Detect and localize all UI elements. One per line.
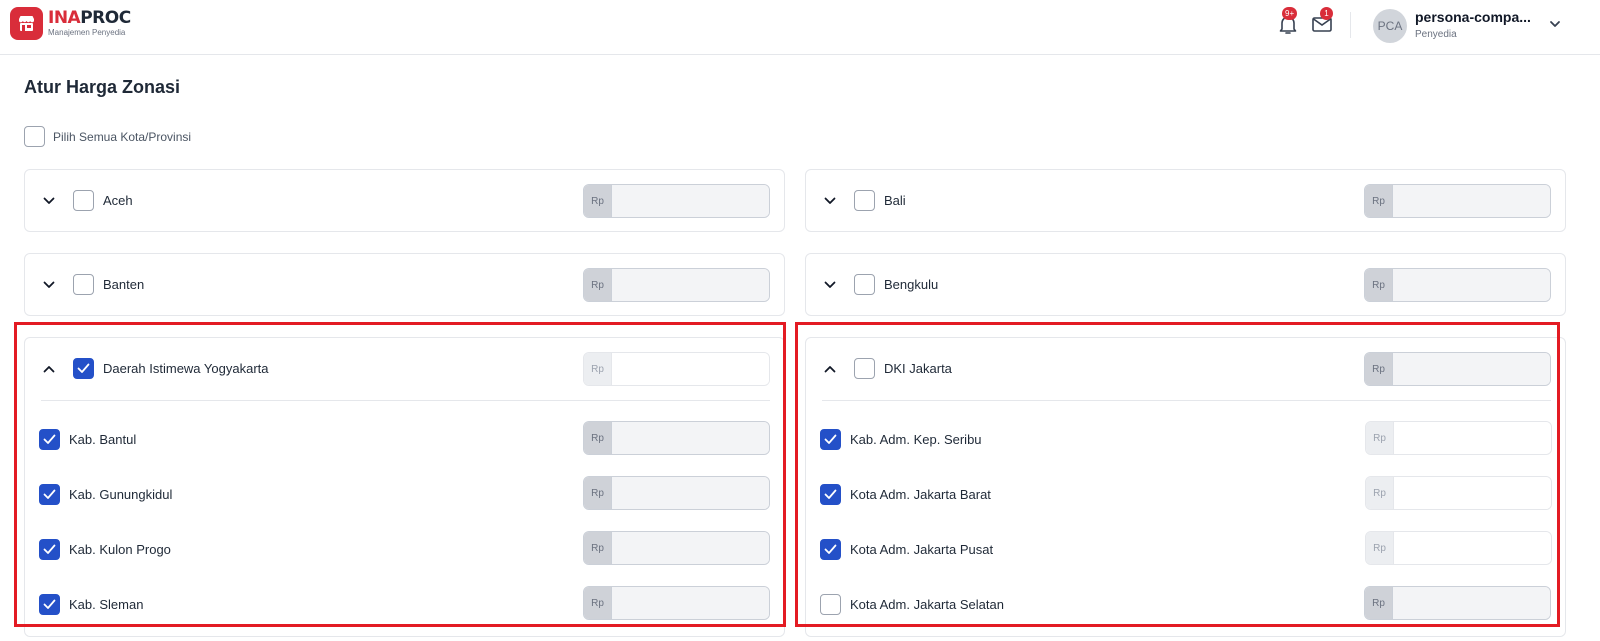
price-input-aceh[interactable]: Rp xyxy=(583,184,770,218)
price-input-banten[interactable]: Rp xyxy=(583,268,770,302)
price-input-bengkulu[interactable]: Rp xyxy=(1364,268,1551,302)
chevron-down-icon[interactable] xyxy=(822,193,838,209)
user-menu-chevron-down-icon[interactable] xyxy=(1548,17,1562,36)
province-checkbox-bengkulu[interactable] xyxy=(854,274,875,295)
logo-title: INAPROC xyxy=(48,8,131,28)
currency-prefix: Rp xyxy=(1365,185,1393,217)
province-card-bengkulu: Bengkulu Rp xyxy=(805,253,1566,316)
highlight-box-diy xyxy=(14,322,786,627)
currency-prefix: Rp xyxy=(584,269,612,301)
select-all-checkbox[interactable] xyxy=(24,126,45,147)
select-all-checkbox-row[interactable]: Pilih Semua Kota/Provinsi xyxy=(24,126,191,147)
province-card-aceh: Aceh Rp xyxy=(24,169,785,232)
notification-bell-button[interactable]: 9+ xyxy=(1276,7,1300,36)
chevron-down-icon[interactable] xyxy=(822,277,838,293)
chevron-down-icon[interactable] xyxy=(41,277,57,293)
province-card-banten: Banten Rp xyxy=(24,253,785,316)
notification-count-badge: 9+ xyxy=(1282,7,1298,20)
inaproc-logo[interactable]: INAPROC Manajemen Penyedia xyxy=(10,7,131,40)
province-checkbox-bali[interactable] xyxy=(854,190,875,211)
store-icon xyxy=(10,7,43,40)
province-label-banten: Banten xyxy=(103,277,145,292)
top-header: INAPROC Manajemen Penyedia 9+ 1 PCA pers… xyxy=(0,0,1600,55)
user-name[interactable]: persona-compa... xyxy=(1415,9,1531,25)
highlight-box-dki xyxy=(795,322,1560,627)
page-title: Atur Harga Zonasi xyxy=(24,77,181,97)
province-label-aceh: Aceh xyxy=(103,193,133,208)
province-label-bengkulu: Bengkulu xyxy=(884,277,939,292)
user-role: Penyedia xyxy=(1415,29,1457,40)
province-checkbox-aceh[interactable] xyxy=(73,190,94,211)
price-input-bali[interactable]: Rp xyxy=(1364,184,1551,218)
chevron-down-icon[interactable] xyxy=(41,193,57,209)
messages-button[interactable]: 1 xyxy=(1310,7,1334,36)
header-divider xyxy=(1350,12,1351,38)
province-checkbox-banten[interactable] xyxy=(73,274,94,295)
currency-prefix: Rp xyxy=(1365,269,1393,301)
currency-prefix: Rp xyxy=(584,185,612,217)
select-all-label: Pilih Semua Kota/Provinsi xyxy=(53,129,192,144)
province-label-bali: Bali xyxy=(884,193,906,208)
avatar[interactable]: PCA xyxy=(1373,9,1407,43)
message-count-badge: 1 xyxy=(1320,7,1333,20)
province-card-bali: Bali Rp xyxy=(805,169,1566,232)
logo-subtitle: Manajemen Penyedia xyxy=(48,28,126,37)
